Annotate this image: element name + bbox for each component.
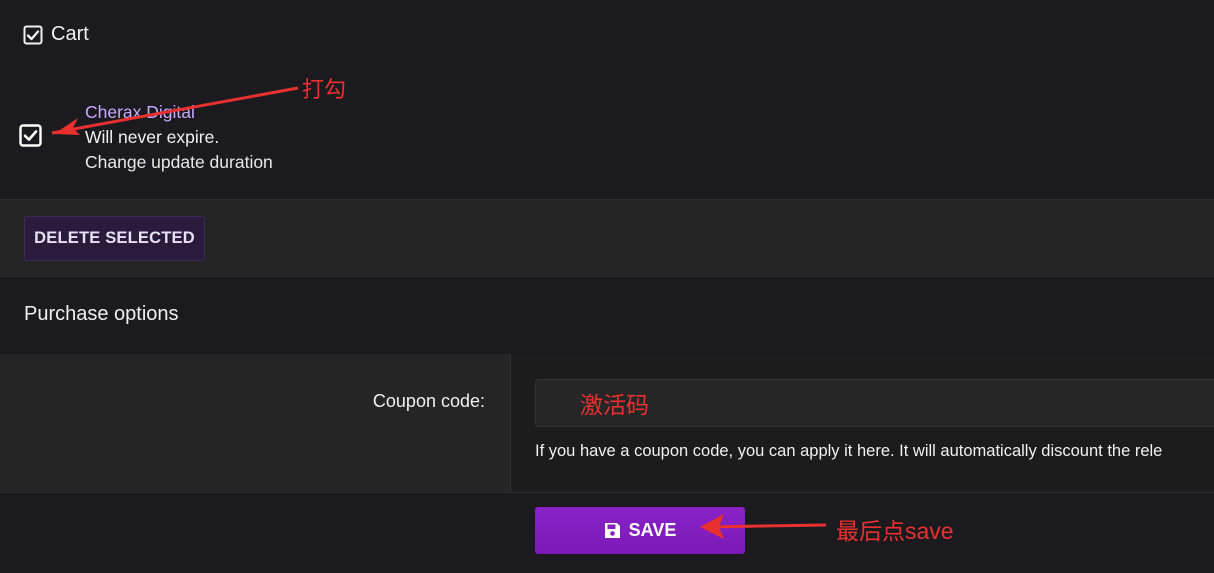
annotation-coupon-note: 激活码 <box>580 392 649 418</box>
cart-header: Cart <box>23 23 89 46</box>
product-name-brand: Cherax <box>85 102 142 122</box>
cart-title: Cart <box>51 23 89 45</box>
coupon-help-text: If you have a coupon code, you can apply… <box>535 442 1163 460</box>
product-name[interactable]: Cherax Digital <box>85 100 273 125</box>
cart-panel: Cart Cherax Digital Will never expire. C… <box>0 0 1214 200</box>
cart-actions-bar: DELETE SELECTED <box>0 199 1214 277</box>
cart-item: Cherax Digital Will never expire. Change… <box>85 100 273 175</box>
coupon-row: Coupon code: If you have a coupon code, … <box>0 354 1214 492</box>
floppy-disk-icon <box>604 522 621 539</box>
save-button[interactable]: SAVE <box>535 507 745 554</box>
purchase-options-title: Purchase options <box>24 303 179 325</box>
change-update-duration-link[interactable]: Change update duration <box>85 150 273 175</box>
item-select-checkbox[interactable] <box>19 124 42 147</box>
annotation-save-note: 最后点save <box>836 518 954 544</box>
product-name-suffix: Digital <box>141 102 195 122</box>
save-button-label: SAVE <box>628 520 677 540</box>
annotation-check-note: 打勾 <box>302 77 347 102</box>
coupon-label: Coupon code: <box>372 391 485 411</box>
expiry-text: Will never expire. <box>85 127 220 147</box>
delete-selected-button[interactable]: DELETE SELECTED <box>24 216 205 261</box>
save-row: SAVE <box>0 492 1214 573</box>
checkbox-checked-icon <box>23 25 43 45</box>
coupon-label-cell: Coupon code: <box>0 354 511 492</box>
